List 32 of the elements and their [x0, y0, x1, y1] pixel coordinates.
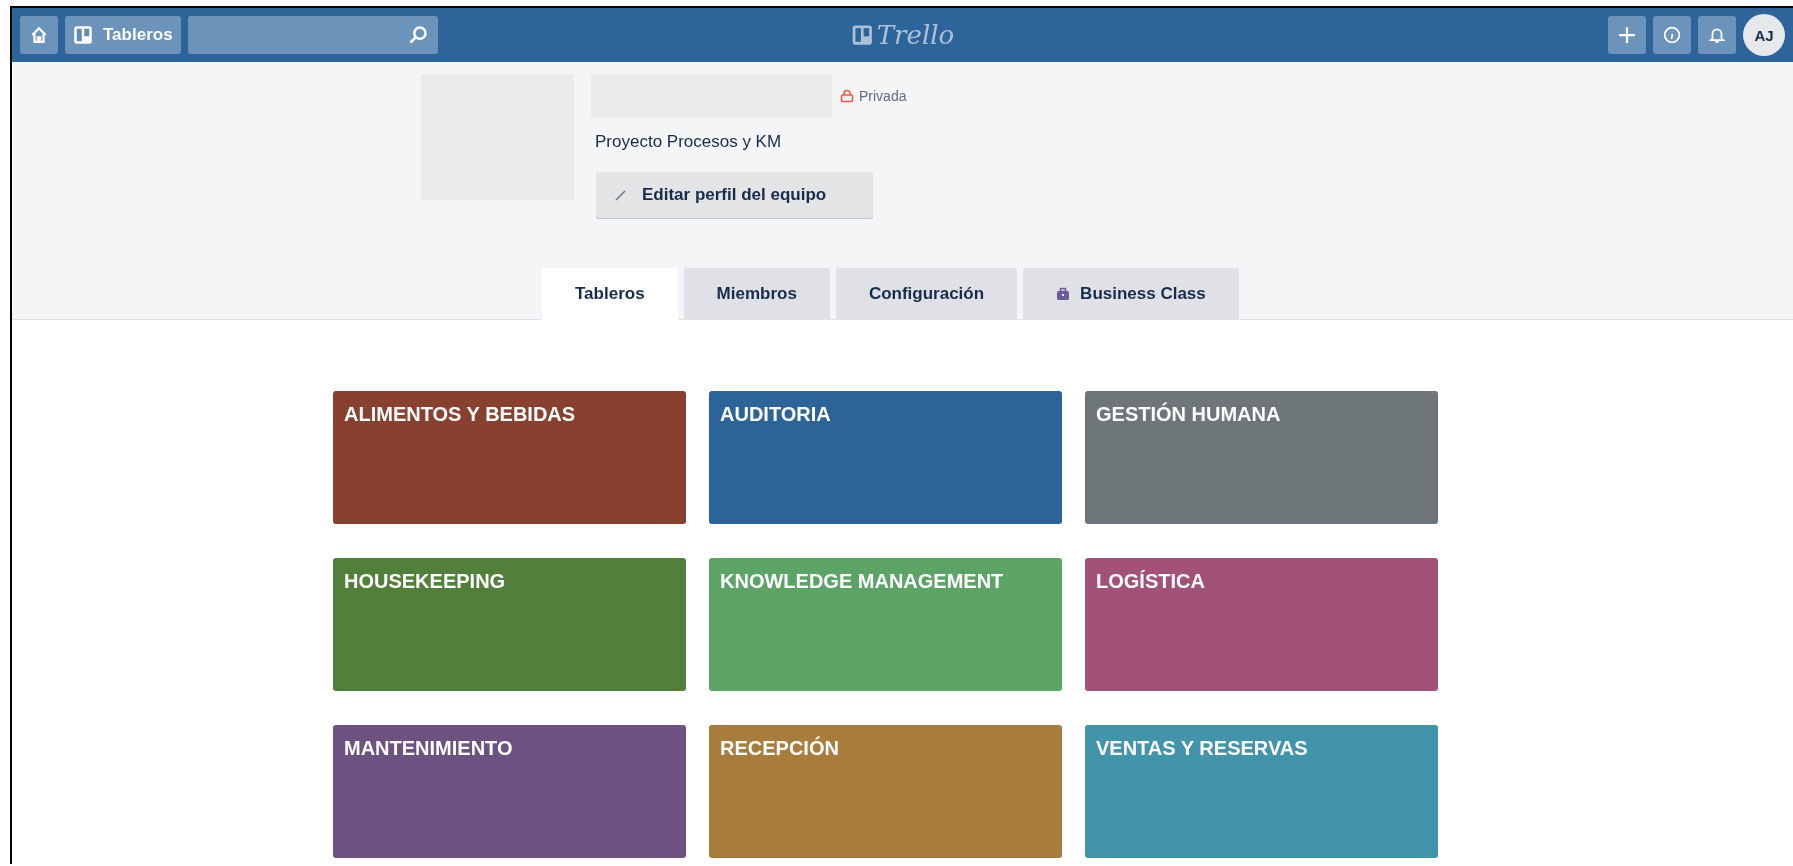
board-tile[interactable]: LOGÍSTICA: [1085, 558, 1438, 691]
home-button[interactable]: [20, 16, 58, 54]
board-tile[interactable]: VENTAS Y RESERVAS: [1085, 725, 1438, 858]
tab[interactable]: Configuración: [835, 268, 1018, 320]
board-icon: [73, 25, 93, 45]
info-button[interactable]: [1653, 16, 1691, 54]
notifications-button[interactable]: [1698, 16, 1736, 54]
add-button[interactable]: [1608, 16, 1646, 54]
logo-text: Trello: [876, 20, 955, 50]
tab[interactable]: Business Class: [1023, 268, 1239, 320]
team-description: Proyecto Procesos y KM: [595, 132, 783, 152]
tab[interactable]: Tableros: [542, 268, 678, 320]
pencil-icon: [614, 188, 628, 202]
search-field[interactable]: [187, 16, 438, 54]
logo-icon: [850, 24, 873, 46]
board-tile[interactable]: HOUSEKEEPING: [333, 558, 686, 691]
board-tile[interactable]: RECEPCIÓN: [709, 725, 1062, 858]
bell-icon: [1708, 26, 1726, 44]
board-tile[interactable]: AUDITORIA: [709, 391, 1062, 524]
lock-icon: [840, 89, 854, 103]
board-tile[interactable]: GESTIÓN HUMANA: [1085, 391, 1438, 524]
briefcase-icon: [1056, 287, 1071, 301]
home-icon: [30, 26, 48, 44]
board-tile[interactable]: MANTENIMIENTO: [333, 725, 686, 858]
info-icon: [1663, 26, 1681, 44]
search-icon: [407, 25, 428, 45]
edit-profile-button[interactable]: Editar perfil del equipo: [596, 172, 873, 218]
plus-icon: [1618, 26, 1636, 44]
privacy-label: Privada: [859, 88, 907, 104]
user-avatar[interactable]: AJ: [1743, 14, 1785, 56]
board-tile[interactable]: ALIMENTOS Y BEBIDAS: [333, 391, 686, 524]
tab[interactable]: Miembros: [683, 268, 830, 320]
